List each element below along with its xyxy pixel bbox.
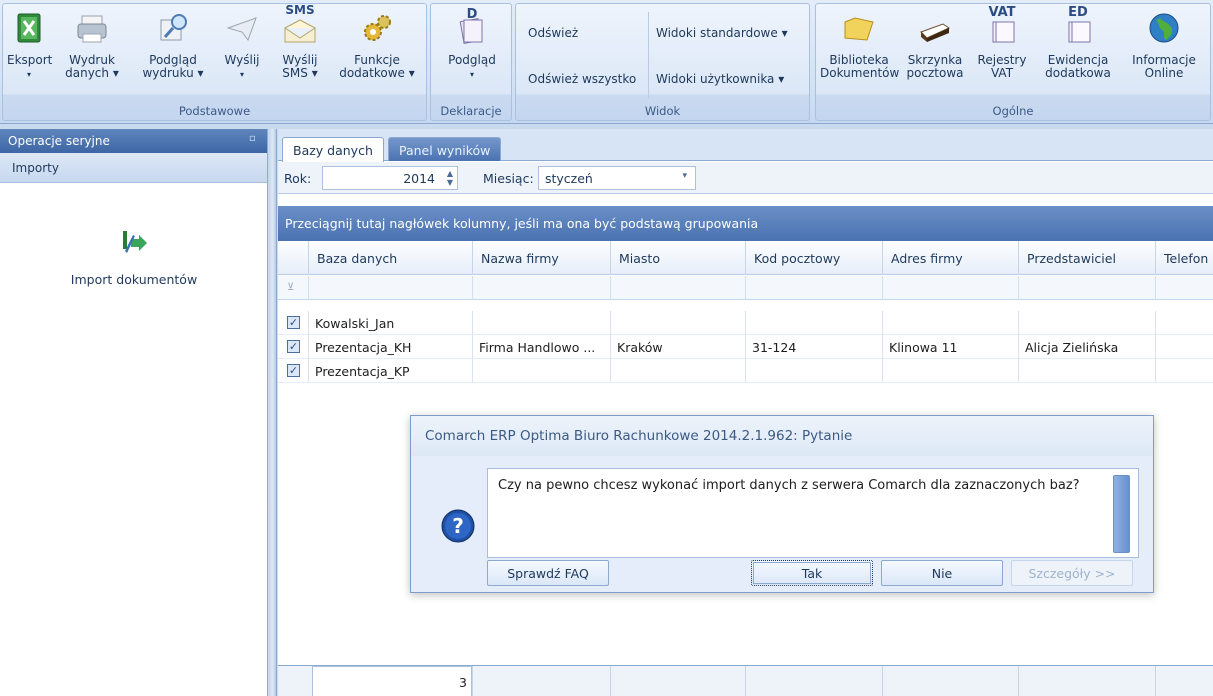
chevron-down-icon[interactable]: ▾	[682, 171, 687, 181]
grid-filter-row: ⊻	[278, 276, 1213, 300]
mailbox-button[interactable]: Skrzynka pocztowa	[902, 4, 968, 104]
dialog-title: Comarch ERP Optima Biuro Rachunkowe 2014…	[411, 416, 1153, 456]
column-header[interactable]: Telefon	[1155, 241, 1213, 275]
svg-text:?: ?	[452, 514, 464, 538]
yes-button[interactable]: Tak	[751, 560, 873, 586]
chevron-down-icon: ▾	[26, 70, 31, 79]
column-header[interactable]: Adres firmy	[882, 241, 1018, 275]
send-button[interactable]: Wyślij ▾	[217, 4, 267, 104]
additional-functions-button[interactable]: Funkcje dodatkowe ▾	[333, 4, 421, 104]
separator	[648, 12, 649, 98]
tab-bazy-danych[interactable]: Bazy danych	[282, 137, 384, 162]
gears-icon	[364, 15, 391, 41]
panel-splitter[interactable]	[269, 129, 277, 696]
dialog-message-box: Czy na pewno chcesz wykonać import danyc…	[487, 468, 1139, 558]
filter-cell[interactable]	[610, 276, 745, 300]
filter-cell[interactable]	[308, 276, 472, 300]
faq-button[interactable]: Sprawdź FAQ	[487, 560, 609, 586]
header-checkbox-col[interactable]	[278, 241, 308, 275]
confirm-dialog: Comarch ERP Optima Biuro Rachunkowe 2014…	[410, 415, 1154, 593]
send-sms-button[interactable]: SMS Wyślij SMS ▾	[273, 4, 327, 104]
chevron-down-icon: ▾	[239, 70, 244, 79]
table-row[interactable]: ✓ Kowalski_Jan	[278, 311, 1213, 335]
printer-icon	[77, 15, 107, 43]
mailbox-icon	[920, 23, 951, 42]
left-panel-header: Operacje seryjne ▫	[0, 129, 267, 153]
export-button[interactable]: Eksport ▾	[7, 4, 52, 104]
ribbon-group-podstawowe: Eksport ▾ Wydruk danych ▾ Podgląd wydruku …	[2, 3, 427, 121]
scrollbar[interactable]	[1113, 475, 1130, 553]
column-header[interactable]: Miasto	[610, 241, 745, 275]
row-count: 3	[312, 666, 472, 696]
filter-cell[interactable]	[1018, 276, 1155, 300]
import-icon	[123, 231, 147, 253]
excel-icon	[17, 13, 41, 43]
stepper-arrows-icon[interactable]: ▲ ▼	[447, 169, 453, 187]
filter-cell[interactable]	[1155, 276, 1213, 300]
group-by-panel[interactable]: Przeciągnij tutaj nagłówek kolumny, jeśl…	[278, 206, 1213, 241]
vat-registers-button[interactable]: VAT Rejestry VAT	[972, 4, 1032, 104]
table-row[interactable]: ✓ Prezentacja_KH Firma Handlowo ... Krak…	[278, 335, 1213, 359]
grid-header: Baza danych Nazwa firmy Miasto Kod poczt…	[278, 241, 1213, 275]
ribbon: Eksport ▾ Wydruk danych ▾ Podgląd wydruku …	[0, 0, 1213, 124]
user-views-dropdown[interactable]: Widoki użytkownika ▾	[656, 72, 784, 86]
refresh-all-button[interactable]: Odśwież wszystko	[528, 72, 636, 86]
filter-cell[interactable]	[882, 276, 1018, 300]
column-header[interactable]: Nazwa firmy	[472, 241, 610, 275]
declaration-preview-button[interactable]: D Podgląd ▾	[437, 4, 507, 104]
details-button[interactable]: Szczegóły >>	[1011, 560, 1133, 586]
chevron-down-icon: ▾	[469, 70, 474, 79]
print-data-button[interactable]: Wydruk danych ▾	[57, 4, 127, 104]
standard-views-dropdown[interactable]: Widoki standardowe ▾	[656, 26, 788, 40]
main-area: Bazy danych Panel wyników Rok: 2014 ▲ ▼ M…	[278, 129, 1213, 696]
month-select[interactable]: styczeń ▾	[538, 166, 696, 190]
print-preview-icon	[160, 14, 187, 41]
pin-icon[interactable]: ▫	[249, 133, 259, 145]
year-stepper[interactable]: 2014 ▲ ▼	[322, 166, 458, 190]
left-panel: Operacje seryjne ▫ Importy Import dokume…	[0, 129, 268, 696]
dialog-message: Czy na pewno chcesz wykonać import danyc…	[498, 478, 1080, 493]
row-checkbox[interactable]: ✓	[287, 364, 300, 377]
refresh-button[interactable]: Odśwież	[528, 26, 578, 40]
question-icon: ?	[441, 509, 475, 543]
document-library-button[interactable]: Biblioteka Dokumentów	[820, 4, 899, 104]
column-header[interactable]: Baza danych	[308, 241, 472, 275]
ribbon-group-ogolne: Biblioteka Dokumentów Skrzynka pocztowa VA…	[815, 3, 1211, 121]
no-button[interactable]: Nie	[881, 560, 1003, 586]
row-checkbox[interactable]: ✓	[287, 340, 300, 353]
row-checkbox[interactable]: ✓	[287, 316, 300, 329]
tab-panel-wynikow[interactable]: Panel wyników	[388, 137, 502, 161]
print-preview-button[interactable]: Podgląd wydruku ▾	[133, 4, 213, 104]
globe-icon	[1149, 13, 1179, 43]
tab-strip: Bazy danych Panel wyników	[278, 129, 1213, 162]
imports-section[interactable]: Importy	[0, 153, 267, 183]
filter-cell[interactable]	[472, 276, 610, 300]
table-row[interactable]: ✓ Prezentacja_KP	[278, 359, 1213, 383]
column-header[interactable]: Przedstawiciel	[1018, 241, 1155, 275]
send-mail-icon	[226, 17, 257, 42]
grid-footer: 3	[278, 665, 1213, 696]
filter-cell[interactable]	[745, 276, 882, 300]
ribbon-group-deklaracje: D Podgląd ▾ Deklaracje	[430, 3, 512, 121]
filter-icon[interactable]: ⊻	[278, 276, 308, 300]
ribbon-group-widok: Odśwież Odśwież wszystko Widoki standard…	[515, 3, 810, 121]
filter-bar: Rok: 2014 ▲ ▼ Miesiąc: styczeń ▾	[278, 162, 1213, 194]
folder-icon	[844, 17, 874, 41]
column-header[interactable]: Kod pocztowy	[745, 241, 882, 275]
additional-records-button[interactable]: ED Ewidencja dodatkowa	[1036, 4, 1120, 104]
online-info-button[interactable]: Informacje Online	[1124, 4, 1204, 104]
